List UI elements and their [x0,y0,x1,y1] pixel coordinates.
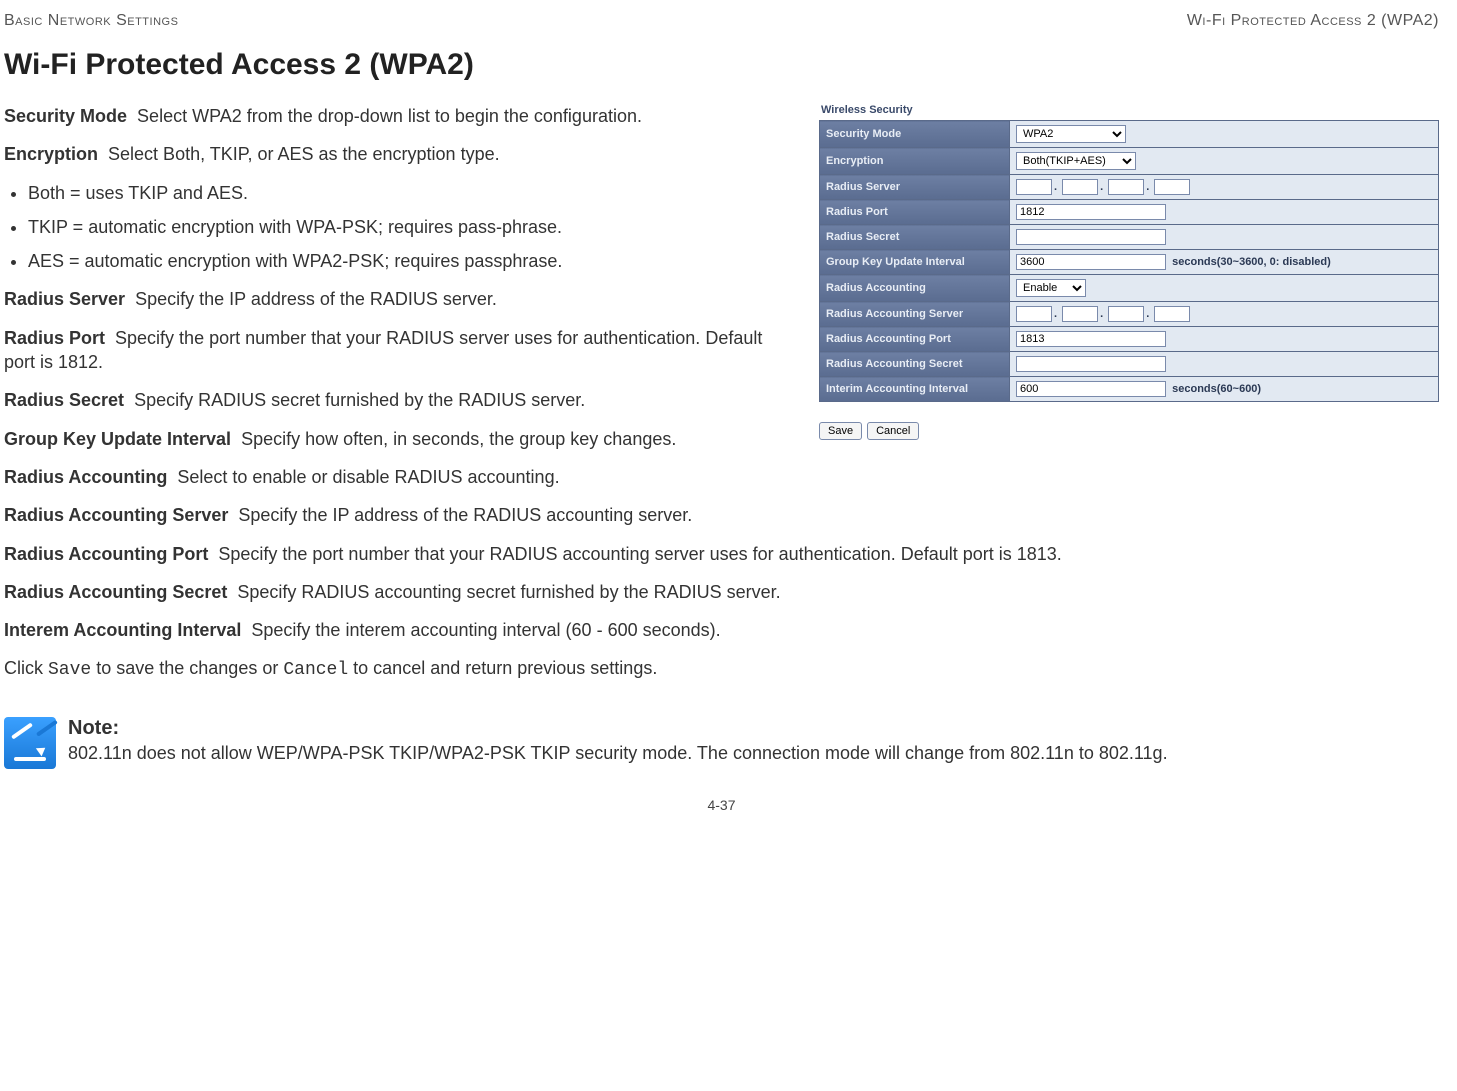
row-label: Radius Accounting Server [820,302,1010,327]
table-row: Group Key Update Interval seconds(30~360… [820,250,1439,275]
def-label: Radius Accounting Port [4,544,208,564]
def-text: Specify the port number that your RADIUS… [218,544,1061,564]
row-label: Radius Secret [820,225,1010,250]
row-label: Radius Accounting [820,275,1010,302]
def-label: Group Key Update Interval [4,429,231,449]
interim-hint: seconds(60~600) [1172,383,1261,395]
encryption-select[interactable]: Both(TKIP+AES) [1016,152,1136,170]
radius-acct-server-ip-4[interactable] [1154,306,1190,322]
row-label: Radius Accounting Port [820,327,1010,352]
def-text: Specify RADIUS accounting secret furnish… [237,582,780,602]
group-key-hint: seconds(30~3600, 0: disabled) [1172,256,1331,268]
def-label: Radius Accounting Secret [4,582,227,602]
def-text: Specify the interem accounting interval … [251,620,720,640]
def-label: Interem Accounting Interval [4,620,241,640]
cancel-button[interactable]: Cancel [867,422,919,440]
radius-server-ip-2[interactable] [1062,179,1098,195]
table-row: Encryption Both(TKIP+AES) [820,148,1439,175]
table-row: Radius Server . . . [820,175,1439,200]
radius-accounting-select[interactable]: Enable [1016,279,1086,297]
def-label: Radius Accounting [4,467,167,487]
panel-heading: Wireless Security [819,104,1439,116]
radius-port-input[interactable] [1016,204,1166,220]
def-text: Specify the IP address of the RADIUS acc… [238,505,692,525]
def-text: Select Both, TKIP, or AES as the encrypt… [108,144,500,164]
table-row: Radius Secret [820,225,1439,250]
def-label: Encryption [4,144,98,164]
def-text: Select WPA2 from the drop-down list to b… [137,106,642,126]
group-key-interval-input[interactable] [1016,254,1166,270]
table-row: Radius Accounting Server . . . [820,302,1439,327]
security-mode-select[interactable]: WPA2 [1016,125,1126,143]
radius-acct-server-ip-3[interactable] [1108,306,1144,322]
def-label: Radius Accounting Server [4,505,228,525]
table-row: Interim Accounting Interval seconds(60~6… [820,377,1439,402]
radius-server-ip-1[interactable] [1016,179,1052,195]
row-label: Encryption [820,148,1010,175]
note-body: 802.11n does not allow WEP/WPA-PSK TKIP/… [68,742,1168,765]
def-label: Radius Port [4,328,105,348]
note-heading: Note: [68,717,1168,740]
table-row: Radius Accounting Port [820,327,1439,352]
def-label: Radius Server [4,289,125,309]
interim-interval-input[interactable] [1016,381,1166,397]
header-right: Wi-Fi Protected Access 2 (WPA2) [1187,12,1439,30]
page-title: Wi-Fi Protected Access 2 (WPA2) [4,48,1439,82]
def-text: Select to enable or disable RADIUS accou… [177,467,559,487]
row-label: Group Key Update Interval [820,250,1010,275]
radius-acct-server-ip-2[interactable] [1062,306,1098,322]
closing-sentence: Click Save to save the changes or Cancel… [4,656,1439,682]
row-label: Radius Server [820,175,1010,200]
save-button[interactable]: Save [819,422,862,440]
row-label: Radius Port [820,200,1010,225]
row-label: Security Mode [820,121,1010,148]
wireless-security-panel: Wireless Security Security Mode WPA2 Enc… [819,104,1439,440]
def-text: Specify how often, in seconds, the group… [241,429,676,449]
table-row: Security Mode WPA2 [820,121,1439,148]
radius-acct-secret-input[interactable] [1016,356,1166,372]
radius-server-ip-3[interactable] [1108,179,1144,195]
table-row: Radius Port [820,200,1439,225]
note-icon [4,717,56,769]
radius-server-ip-4[interactable] [1154,179,1190,195]
table-row: Radius Accounting Secret [820,352,1439,377]
table-row: Radius Accounting Enable [820,275,1439,302]
radius-acct-server-ip-1[interactable] [1016,306,1052,322]
radius-secret-input[interactable] [1016,229,1166,245]
header-left: Basic Network Settings [4,12,178,30]
row-label: Interim Accounting Interval [820,377,1010,402]
def-label: Radius Secret [4,390,124,410]
def-label: Security Mode [4,106,127,126]
page-number: 4-37 [4,797,1439,813]
def-text: Specify RADIUS secret furnished by the R… [134,390,585,410]
radius-acct-port-input[interactable] [1016,331,1166,347]
settings-table: Security Mode WPA2 Encryption Both(TKIP+… [819,120,1439,402]
def-text: Specify the port number that your RADIUS… [4,328,762,372]
row-label: Radius Accounting Secret [820,352,1010,377]
def-text: Specify the IP address of the RADIUS ser… [135,289,497,309]
